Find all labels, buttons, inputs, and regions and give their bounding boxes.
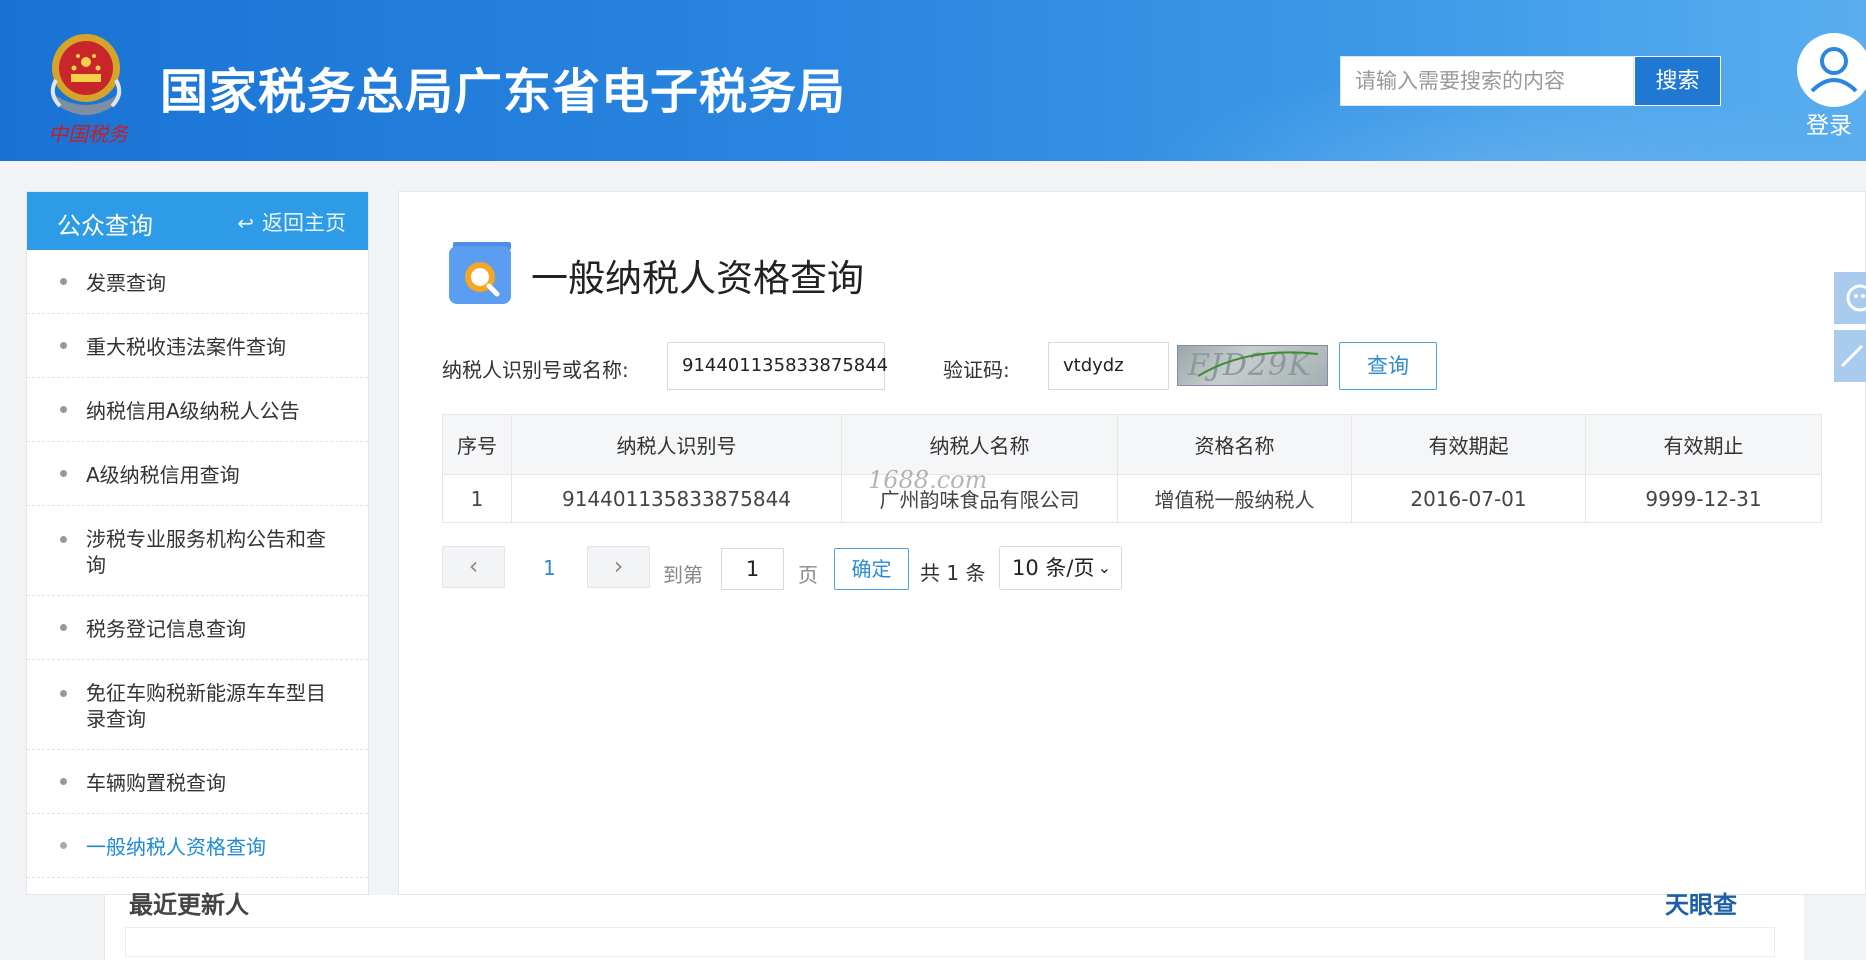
sidebar-item-label: A级纳税信用查询 xyxy=(86,463,240,487)
page-size-select[interactable]: 10 条/页 ⌄ xyxy=(999,546,1122,590)
cell-valid-to: 9999-12-31 xyxy=(1645,486,1762,511)
sidebar-item-general-taxpayer[interactable]: 一般纳税人资格查询 xyxy=(27,814,368,878)
cell-qualification: 增值税一般纳税人 xyxy=(1118,475,1352,522)
bullet-icon xyxy=(60,778,67,785)
site-title: 国家税务总局广东省电子税务局 xyxy=(160,64,847,120)
watermark-text: 1688.com xyxy=(868,466,988,494)
table-header-row: 序号 纳税人识别号 纳税人名称 资格名称 有效期起 有效期止 xyxy=(443,415,1821,474)
bullet-icon xyxy=(60,470,67,477)
prev-page-button[interactable]: ‹ xyxy=(442,546,505,588)
col-header-valid-from: 有效期起 xyxy=(1352,415,1586,474)
bullet-icon xyxy=(60,342,67,349)
underlay-title: 最近更新人 xyxy=(129,891,249,919)
back-to-top-tool[interactable] xyxy=(1834,330,1866,382)
bullet-icon xyxy=(60,536,67,543)
arrow-up-icon xyxy=(1840,344,1864,368)
sidebar-header: 公众查询 ↩ 返回主页 xyxy=(27,192,368,250)
col-header-index: 序号 xyxy=(443,415,512,474)
sidebar-item-registration-info[interactable]: 税务登记信息查询 xyxy=(27,596,368,660)
sidebar-item-a-level-announcement[interactable]: 纳税信用A级纳税人公告 xyxy=(27,378,368,442)
captcha-image[interactable]: FJD29K xyxy=(1177,345,1328,386)
back-home-link[interactable]: ↩ 返回主页 xyxy=(237,207,346,237)
back-home-label: 返回主页 xyxy=(262,211,346,235)
sidebar-item-vehicle-purchase-tax[interactable]: 车辆购置税查询 xyxy=(27,750,368,814)
captcha-input[interactable]: vtdydz xyxy=(1048,342,1169,390)
reply-arrow-icon: ↩ xyxy=(237,211,254,235)
sidebar-item-label: 一般纳税人资格查询 xyxy=(86,835,266,859)
background-page-fragment: 最近更新人 天眼查 xyxy=(104,891,1804,960)
page-title: 一般纳税人资格查询 xyxy=(531,257,864,300)
customer-service-tool[interactable] xyxy=(1834,272,1866,324)
taxpayer-label: 纳税人识别号或名称: xyxy=(442,358,629,382)
emblem-caption: 中国税务 xyxy=(48,122,128,146)
user-avatar-icon[interactable] xyxy=(1797,33,1866,107)
header-search-button[interactable]: 搜索 xyxy=(1634,56,1721,106)
sidebar-item-a-level-credit[interactable]: A级纳税信用查询 xyxy=(27,442,368,506)
sidebar-item-label: 重大税收违法案件查询 xyxy=(86,335,286,359)
sidebar-item-new-energy-vehicles[interactable]: 免征车购税新能源车车型目录查询 xyxy=(27,660,368,750)
col-header-taxpayer-id: 纳税人识别号 xyxy=(512,415,842,474)
total-count: 共 1 条 xyxy=(920,561,986,585)
sidebar-title: 公众查询 xyxy=(57,212,153,240)
next-page-button[interactable]: › xyxy=(587,546,650,588)
cell-valid-from: 2016-07-01 xyxy=(1352,475,1586,522)
sidebar-item-label: 涉税专业服务机构公告和查询 xyxy=(86,527,326,577)
table-row: 1 914401135833875844 广州韵味食品有限公司 增值税一般纳税人… xyxy=(443,474,1821,522)
goto-label: 到第 xyxy=(663,563,703,587)
chevron-down-icon: ⌄ xyxy=(1097,558,1111,577)
sidebar-item-label: 税务登记信息查询 xyxy=(86,617,246,641)
page-size-value: 10 条/页 xyxy=(1012,556,1095,580)
header-search-input[interactable]: 请输入需要搜索的内容 xyxy=(1340,56,1634,106)
underlay-box xyxy=(125,927,1775,957)
query-button[interactable]: 查询 xyxy=(1339,342,1437,390)
cell-index: 1 xyxy=(443,475,512,522)
bullet-icon xyxy=(60,406,67,413)
sidebar-item-service-agencies[interactable]: 涉税专业服务机构公告和查询 xyxy=(27,506,368,596)
sidebar-item-label: 免征车购税新能源车车型目录查询 xyxy=(86,681,326,731)
goto-page-input[interactable]: 1 xyxy=(721,548,784,590)
bullet-icon xyxy=(60,690,67,697)
sidebar-item-label: 发票查询 xyxy=(86,271,166,295)
sidebar-item-violation-cases[interactable]: 重大税收违法案件查询 xyxy=(27,314,368,378)
cell-taxpayer-id: 914401135833875844 xyxy=(512,475,842,522)
page-unit-label: 页 xyxy=(798,563,818,587)
col-header-valid-to: 有效期止 xyxy=(1663,434,1744,458)
col-header-qualification: 资格名称 xyxy=(1118,415,1352,474)
sidebar-item-label: 车辆购置税查询 xyxy=(86,771,226,795)
chat-icon xyxy=(1846,284,1866,312)
bullet-icon xyxy=(60,278,67,285)
bullet-icon xyxy=(60,624,67,631)
sidebar: 公众查询 ↩ 返回主页 发票查询 重大税收违法案件查询 纳税信用A级纳税人公告 A… xyxy=(26,191,369,895)
sidebar-item-label: 纳税信用A级纳税人公告 xyxy=(86,399,300,423)
goto-confirm-button[interactable]: 确定 xyxy=(834,548,909,590)
current-page-number[interactable]: 1 xyxy=(543,556,556,580)
search-document-icon xyxy=(449,242,511,304)
captcha-label: 验证码: xyxy=(943,358,1010,382)
underlay-brand: 天眼查 xyxy=(1665,891,1737,919)
results-table: 序号 纳税人识别号 纳税人名称 资格名称 有效期起 有效期止 1 9144011… xyxy=(442,414,1822,523)
taxpayer-id-input[interactable]: 914401135833875844 xyxy=(667,342,888,390)
bullet-icon xyxy=(60,842,67,849)
login-link[interactable]: 登录 xyxy=(1806,106,1852,140)
sidebar-item-invoice-query[interactable]: 发票查询 xyxy=(27,250,368,314)
site-header: 中国税务 国家税务总局广东省电子税务局 请输入需要搜索的内容 搜索 登录 xyxy=(0,0,1866,161)
